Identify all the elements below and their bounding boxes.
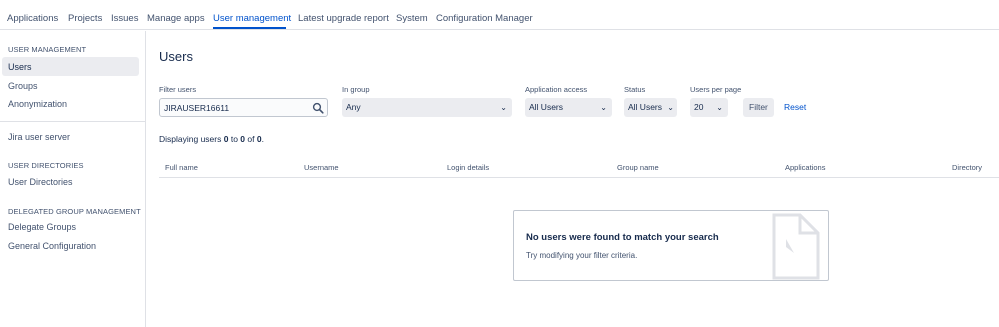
status-select[interactable]: All Users ⌄ [624, 98, 677, 117]
application-access-label: Application access [525, 85, 588, 94]
reset-link[interactable]: Reset [778, 98, 812, 117]
in-group-select[interactable]: Any ⌄ [342, 98, 512, 117]
sidebar-item-groups[interactable]: Groups [8, 81, 38, 91]
status-label: Status [624, 85, 646, 94]
empty-state-subtitle: Try modifying your filter criteria. [526, 251, 638, 260]
users-per-page-value: 20 [694, 102, 704, 112]
tab-system[interactable]: System [396, 13, 428, 24]
sidebar-item-anonymization[interactable]: Anonymization [8, 99, 67, 109]
empty-state-title: No users were found to match your search [526, 232, 719, 243]
sidebar-item-user-directories[interactable]: User Directories [8, 177, 73, 187]
active-tab-indicator [213, 27, 286, 29]
filter-users-value: JIRAUSER16611 [164, 103, 230, 113]
results-to-word: to [228, 134, 241, 144]
users-per-page-label: Users per page [690, 85, 742, 94]
sidebar-section-delegated-group-management: DELEGATED GROUP MANAGEMENT [8, 207, 141, 216]
status-value: All Users [628, 102, 663, 112]
results-suffix: . [261, 134, 264, 144]
results-summary: Displaying users 0 to 0 of 0. [159, 134, 264, 144]
tab-user-management[interactable]: User management [213, 13, 291, 24]
results-of-word: of [245, 134, 257, 144]
chevron-down-icon: ⌄ [500, 103, 507, 112]
results-prefix: Displaying users [159, 134, 224, 144]
tab-configuration-manager[interactable]: Configuration Manager [436, 13, 533, 24]
column-username: Username [304, 163, 339, 172]
column-full-name: Full name [165, 163, 198, 172]
application-access-select[interactable]: All Users ⌄ [525, 98, 612, 117]
chevron-down-icon: ⌄ [716, 103, 723, 112]
tab-applications[interactable]: Applications [7, 13, 58, 24]
sidebar-divider [0, 121, 146, 122]
filter-button[interactable]: Filter [743, 98, 774, 117]
chevron-down-icon: ⌄ [600, 103, 607, 112]
search-icon[interactable] [312, 102, 324, 114]
sidebar-section-user-management: USER MANAGEMENT [8, 45, 87, 54]
users-per-page-select[interactable]: 20 ⌄ [690, 98, 728, 117]
tab-latest-upgrade-report[interactable]: Latest upgrade report [298, 13, 389, 24]
tab-manage-apps[interactable]: Manage apps [147, 13, 205, 24]
column-group-name: Group name [617, 163, 659, 172]
sidebar: USER MANAGEMENT Users Groups Anonymizati… [0, 31, 146, 327]
in-group-value: Any [346, 102, 361, 112]
column-login-details: Login details [447, 163, 490, 172]
chevron-down-icon: ⌄ [667, 103, 674, 112]
page-title: Users [159, 49, 193, 64]
column-directory: Directory [952, 163, 983, 172]
document-icon [772, 213, 820, 280]
tab-projects[interactable]: Projects [68, 13, 102, 24]
sidebar-section-user-directories: USER DIRECTORIES [8, 161, 84, 170]
tab-issues[interactable]: Issues [111, 13, 138, 24]
column-applications: Applications [785, 163, 826, 172]
sidebar-item-users[interactable]: Users [8, 62, 32, 72]
application-access-value: All Users [529, 102, 564, 112]
users-table-header: Full name Username Login details Group n… [159, 156, 999, 178]
empty-state: No users were found to match your search… [513, 210, 829, 281]
in-group-label: In group [342, 85, 370, 94]
filter-users-label: Filter users [159, 85, 197, 94]
sidebar-item-general-configuration[interactable]: General Configuration [8, 241, 96, 251]
sidebar-item-jira-user-server[interactable]: Jira user server [8, 132, 70, 142]
filter-users-input[interactable]: JIRAUSER16611 [159, 98, 328, 117]
top-navigation: Applications Projects Issues Manage apps… [0, 0, 999, 30]
sidebar-item-delegate-groups[interactable]: Delegate Groups [8, 222, 76, 232]
